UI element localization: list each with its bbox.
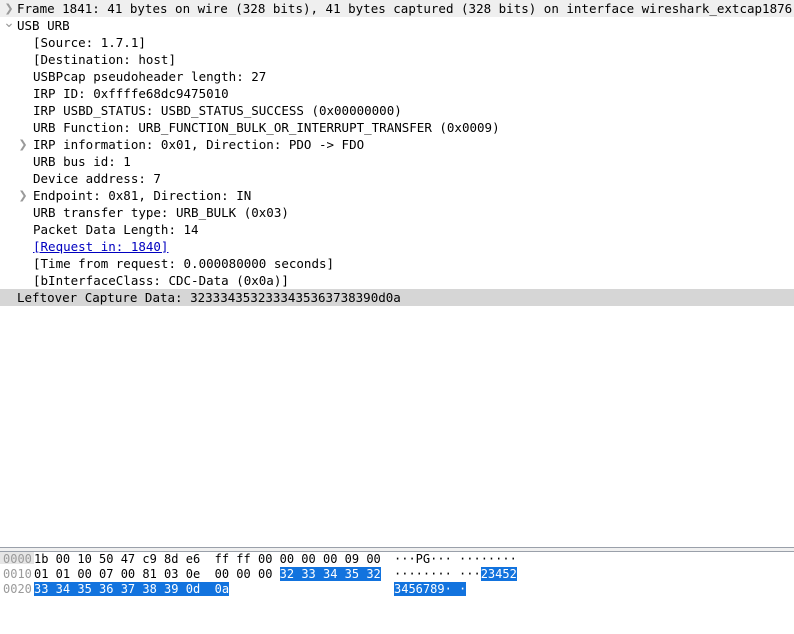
hex-ascii[interactable]: ···PG··· ········ [394, 552, 517, 567]
detail-row-label-usb-urb: USB URB [17, 18, 70, 33]
hex-ascii-plain[interactable]: ···PG··· ········ [394, 552, 517, 566]
detail-row-endpoint[interactable]: ❯ Endpoint: 0x81, Direction: IN [0, 187, 794, 204]
detail-row-label-leftover-capture-data: Leftover Capture Data: 32333435323334353… [17, 290, 401, 305]
detail-row-urb-function[interactable]: URB Function: URB_FUNCTION_BULK_OR_INTER… [0, 119, 794, 136]
hex-ascii-plain[interactable]: ········ ··· [394, 567, 481, 581]
hex-row[interactable]: 0000 1b 00 10 50 47 c9 8d e6 ff ff 00 00 … [0, 552, 794, 567]
hex-offset: 0010 [3, 567, 32, 581]
packet-details-pane[interactable]: ❯ Frame 1841: 41 bytes on wire (328 bits)… [0, 0, 794, 547]
detail-row-label-urb-function: URB Function: URB_FUNCTION_BULK_OR_INTER… [33, 120, 500, 135]
detail-row-packet-data-length[interactable]: Packet Data Length: 14 [0, 221, 794, 238]
detail-row-label-frame: Frame 1841: 41 bytes on wire (328 bits),… [17, 1, 794, 16]
detail-row-label-source: [Source: 1.7.1] [33, 35, 146, 50]
chevron-right-icon[interactable]: ❯ [16, 187, 30, 204]
detail-row-binterfaceclass[interactable]: [bInterfaceClass: CDC-Data (0x0a)] [0, 272, 794, 289]
detail-row-label-irp-information: IRP information: 0x01, Direction: PDO ->… [33, 137, 365, 152]
detail-row-source[interactable]: [Source: 1.7.1] [0, 34, 794, 51]
hex-ascii[interactable]: 3456789· · [394, 582, 467, 597]
hex-bytes[interactable]: 01 01 00 07 00 81 03 0e 00 00 00 32 33 3… [34, 567, 381, 582]
hex-bytes-plain[interactable]: 01 01 00 07 00 81 03 0e 00 00 00 [34, 567, 280, 581]
hex-bytes-plain[interactable]: 1b 00 10 50 47 c9 8d e6 ff ff 00 00 00 0… [34, 552, 381, 566]
hex-ascii[interactable]: ········ ···23452 [394, 567, 517, 582]
detail-row-frame[interactable]: ❯ Frame 1841: 41 bytes on wire (328 bits)… [0, 0, 794, 17]
detail-row-device-address[interactable]: Device address: 7 [0, 170, 794, 187]
detail-row-irp-information[interactable]: ❯ IRP information: 0x01, Direction: PDO -… [0, 136, 794, 153]
detail-row-label-urb-bus-id: URB bus id: 1 [33, 154, 131, 169]
detail-row-label-time-from-request: [Time from request: 0.000080000 seconds] [33, 256, 335, 271]
chevron-down-icon[interactable]: ⌄ [2, 16, 16, 34]
detail-row-irp-id[interactable]: IRP ID: 0xffffe68dc9475010 [0, 85, 794, 102]
detail-row-label-request-in[interactable]: [Request in: 1840] [33, 238, 168, 255]
detail-row-irp-usbd-status[interactable]: IRP USBD_STATUS: USBD_STATUS_SUCCESS (0x… [0, 102, 794, 119]
hex-bytes[interactable]: 33 34 35 36 37 38 39 0d 0a [34, 582, 230, 597]
hex-bytes-selected[interactable]: 33 34 35 36 37 38 39 0d 0a [34, 582, 230, 596]
hex-row[interactable]: 0020 33 34 35 36 37 38 39 0d 0a 3456789· · [0, 582, 794, 597]
detail-row-label-binterfaceclass: [bInterfaceClass: CDC-Data (0x0a)] [33, 273, 289, 288]
detail-row-usb-urb[interactable]: ⌄ USB URB [0, 16, 794, 34]
hex-row[interactable]: 0010 01 01 00 07 00 81 03 0e 00 00 00 32 … [0, 567, 794, 582]
hex-bytes[interactable]: 1b 00 10 50 47 c9 8d e6 ff ff 00 00 00 0… [34, 552, 381, 567]
detail-row-label-endpoint: Endpoint: 0x81, Direction: IN [33, 188, 252, 203]
hex-offset: 0020 [3, 582, 32, 596]
detail-row-request-in[interactable]: [Request in: 1840] [0, 238, 794, 255]
detail-row-label-packet-data-length: Packet Data Length: 14 [33, 222, 199, 237]
detail-row-destination[interactable]: [Destination: host] [0, 51, 794, 68]
packet-bytes-pane[interactable]: 0000 1b 00 10 50 47 c9 8d e6 ff ff 00 00 … [0, 552, 794, 634]
detail-row-time-from-request[interactable]: [Time from request: 0.000080000 seconds] [0, 255, 794, 272]
hex-ascii-selected[interactable]: 3456789· · [394, 582, 467, 596]
detail-row-label-destination: [Destination: host] [33, 52, 176, 67]
detail-row-leftover-capture-data[interactable]: Leftover Capture Data: 32333435323334353… [0, 289, 794, 306]
hex-offset: 0000 [3, 552, 32, 566]
chevron-right-icon[interactable]: ❯ [16, 136, 30, 153]
detail-row-urb-transfer-type[interactable]: URB transfer type: URB_BULK (0x03) [0, 204, 794, 221]
hex-bytes-selected[interactable]: 32 33 34 35 32 [279, 567, 381, 581]
detail-row-label-irp-id: IRP ID: 0xffffe68dc9475010 [33, 86, 229, 101]
detail-row-label-urb-transfer-type: URB transfer type: URB_BULK (0x03) [33, 205, 289, 220]
detail-row-label-irp-usbd-status: IRP USBD_STATUS: USBD_STATUS_SUCCESS (0x… [33, 103, 402, 118]
detail-row-label-usbpcap-pseudoheader-length: USBPcap pseudoheader length: 27 [33, 69, 267, 84]
hex-ascii-selected[interactable]: 23452 [480, 567, 517, 581]
detail-row-usbpcap-pseudoheader-length[interactable]: USBPcap pseudoheader length: 27 [0, 68, 794, 85]
detail-row-label-device-address: Device address: 7 [33, 171, 161, 186]
detail-row-urb-bus-id[interactable]: URB bus id: 1 [0, 153, 794, 170]
